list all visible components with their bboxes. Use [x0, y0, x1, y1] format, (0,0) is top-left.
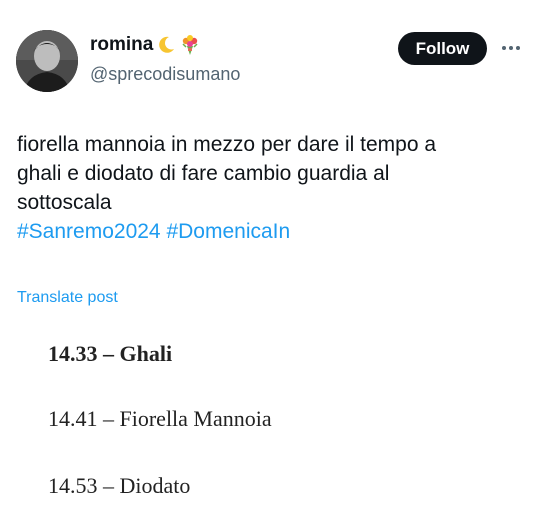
more-dots-icon[interactable] — [497, 36, 525, 60]
display-name[interactable]: romina — [90, 34, 153, 56]
hashtag-link[interactable]: #DomenicaIn — [166, 220, 290, 243]
translate-post-link[interactable]: Translate post — [17, 289, 118, 307]
dot — [509, 46, 513, 50]
crescent-moon-icon — [155, 34, 177, 56]
avatar[interactable] — [16, 30, 78, 92]
hashtags-line: #Sanremo2024 #DomenicaIn — [17, 217, 522, 246]
bouquet-icon — [179, 34, 201, 56]
post-text: fiorella mannoia in mezzo per dare il te… — [17, 130, 522, 246]
schedule-entry: 14.41 – Fiorella Mannoia — [48, 406, 272, 431]
post-line: ghali e diodato di fare cambio guardia a… — [17, 162, 390, 185]
tweet-card: romina @sprecodisumano Follow fiorella m… — [0, 0, 540, 527]
schedule-entry: 14.53 – Diodato — [48, 473, 191, 498]
post-line: fiorella mannoia in mezzo per dare il te… — [17, 133, 437, 156]
hashtag-link[interactable]: #Sanremo2024 — [17, 220, 161, 243]
schedule-entry: 14.33 – Ghali — [48, 341, 173, 366]
dot — [516, 46, 520, 50]
author-handle[interactable]: @sprecodisumano — [90, 64, 240, 85]
dot — [502, 46, 506, 50]
author-name-row[interactable]: romina — [90, 34, 201, 56]
follow-button[interactable]: Follow — [398, 32, 487, 65]
post-line: sottoscala — [17, 191, 112, 214]
